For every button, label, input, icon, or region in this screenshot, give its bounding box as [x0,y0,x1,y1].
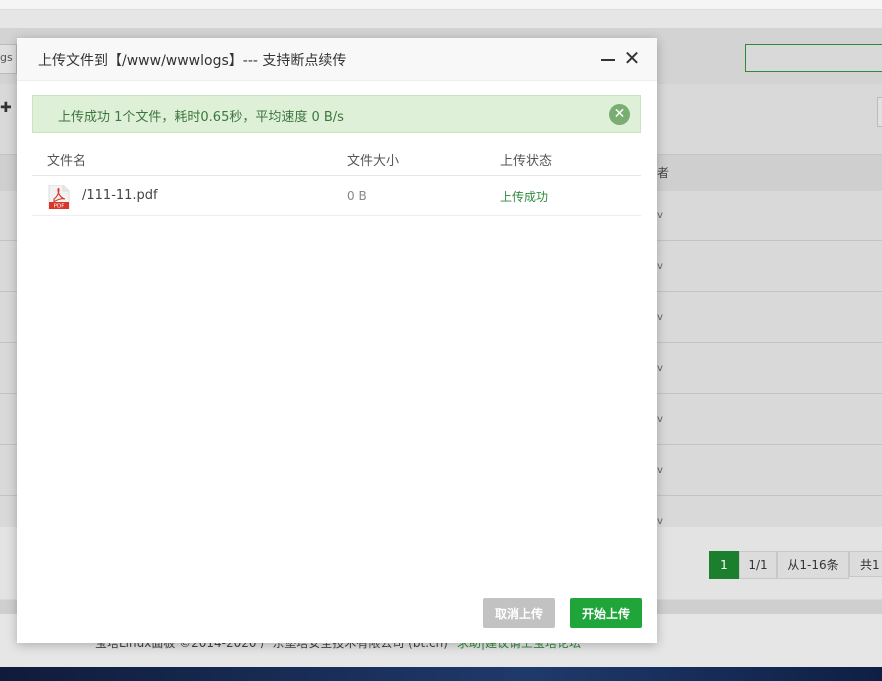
column-status: 上传状态 [500,154,553,169]
pdf-file-icon: PDF [48,185,70,209]
upload-status: 上传成功 [500,190,549,204]
dialog-header: 上传文件到【/www/wwwlogs】--- 支持断点续传 ✕ [17,38,657,81]
column-filesize: 文件大小 [347,154,400,169]
alert-message: 上传成功 1个文件，耗时0.65秒，平均速度 0 B/s [58,110,344,125]
file-size: 0 B [347,189,367,203]
success-alert: 上传成功 1个文件，耗时0.65秒，平均速度 0 B/s ✕ [32,95,641,133]
alert-close-icon[interactable]: ✕ [609,104,630,125]
dialog-title: 上传文件到【/www/wwwlogs】--- 支持断点续传 [38,53,347,69]
file-name: /111-11.pdf [82,188,158,203]
table-row: PDF /111-11.pdf 0 B 上传成功 [32,176,641,216]
close-icon[interactable]: ✕ [623,48,641,68]
minimize-icon[interactable] [600,49,616,67]
column-filename: 文件名 [47,154,87,169]
upload-table-header: 文件名 文件大小 上传状态 [32,142,641,176]
svg-text:PDF: PDF [54,204,65,209]
cancel-upload-button[interactable]: 取消上传 [483,598,555,628]
start-upload-button[interactable]: 开始上传 [570,598,642,628]
upload-dialog: 上传文件到【/www/wwwlogs】--- 支持断点续传 ✕ 上传成功 1个文… [17,38,657,643]
